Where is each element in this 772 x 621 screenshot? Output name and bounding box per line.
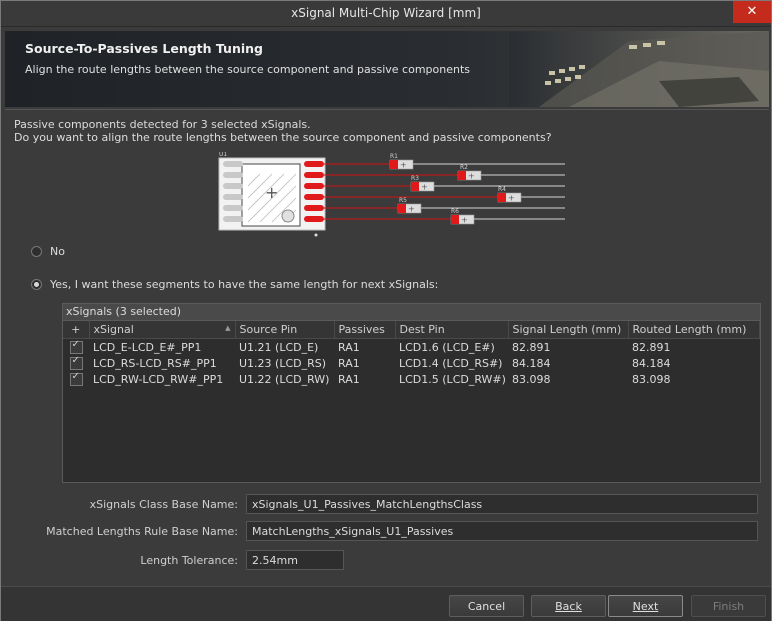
no-label: No xyxy=(50,245,65,258)
svg-text:+: + xyxy=(468,172,475,181)
xsignal-cell: LCD_RW-LCD_RW#_PP1 xyxy=(93,372,224,386)
passives-cell: RA1 xyxy=(338,356,360,370)
header-subtitle: Align the route lengths between the sour… xyxy=(25,63,471,76)
option-yes[interactable]: Yes, I want these segments to have the s… xyxy=(31,278,438,291)
cancel-button[interactable]: Cancel xyxy=(449,595,524,617)
close-icon: ✕ xyxy=(746,4,758,19)
rule-name-row: Matched Lengths Rule Base Name: MatchLen… xyxy=(13,521,758,541)
wizard-content: Passive components detected for 3 select… xyxy=(5,109,769,585)
rule-name-label: Matched Lengths Rule Base Name: xyxy=(46,524,238,538)
resistor-label-r2: R2 xyxy=(460,164,468,171)
window-title: xSignal Multi-Chip Wizard [mm] xyxy=(291,6,481,20)
class-name-label: xSignals Class Base Name: xyxy=(89,497,238,511)
column-header-dest-pin[interactable]: Dest Pin xyxy=(395,321,509,339)
resistor-label-r3: R3 xyxy=(411,175,419,182)
signal-length-cell: 82.891 xyxy=(512,340,551,354)
resistor-label-r6: R6 xyxy=(451,208,459,215)
table-row[interactable]: LCD_E-LCD_E#_PP1 U1.21 (LCD_E) RA1 LCD1.… xyxy=(63,339,760,356)
signal-length-cell: 83.098 xyxy=(512,372,551,386)
row-checkbox[interactable] xyxy=(69,355,83,370)
svg-text:+: + xyxy=(461,216,468,225)
dest-pin-cell: LCD1.5 (LCD_RW#) xyxy=(399,372,506,386)
class-name-input[interactable]: xSignals_U1_Passives_MatchLengthsClass xyxy=(246,494,758,514)
routed-length-cell: 84.184 xyxy=(632,356,671,370)
table-header-row: + xSignal ▲ Source Pin Passives Dest Pin … xyxy=(63,321,760,339)
table-row[interactable]: LCD_RW-LCD_RW#_PP1 U1.22 (LCD_RW) RA1 LC… xyxy=(63,371,760,387)
column-header-routed-length[interactable]: Routed Length (mm) xyxy=(628,321,760,339)
yes-label: Yes, I want these segments to have the s… xyxy=(50,278,439,291)
xsignals-table: + xSignal ▲ Source Pin Passives Dest Pin … xyxy=(63,321,760,387)
title-bar[interactable]: xSignal Multi-Chip Wizard [mm] ✕ xyxy=(1,1,771,27)
svg-text:+: + xyxy=(421,183,428,192)
no-radio[interactable] xyxy=(31,246,42,257)
column-header-signal-length[interactable]: Signal Length (mm) xyxy=(508,321,629,339)
rule-name-input[interactable]: MatchLengths_xSignals_U1_Passives xyxy=(246,521,758,541)
source-pin-cell: U1.21 (LCD_E) xyxy=(239,340,319,354)
length-tuning-diagram: U1 + R1 R2 R3 R4 R5 R6 + + + + + + xyxy=(218,152,565,237)
svg-text:+: + xyxy=(400,161,407,170)
grid-caption: xSignals (3 selected) xyxy=(63,304,760,321)
row-checkbox[interactable] xyxy=(69,371,83,386)
resistor-label-r5: R5 xyxy=(399,197,407,204)
column-header-select-all[interactable]: + xyxy=(63,321,90,339)
resistor-label-r4: R4 xyxy=(498,186,506,193)
wizard-window: xSignal Multi-Chip Wizard [mm] ✕ Source-… xyxy=(0,0,772,621)
svg-text:+: + xyxy=(408,205,415,214)
next-button[interactable]: Next xyxy=(608,595,683,617)
column-header-passives[interactable]: Passives xyxy=(334,321,396,339)
intro-line-2: Do you want to align the route lengths b… xyxy=(14,131,552,144)
tolerance-row: Length Tolerance: 2.54mm xyxy=(13,550,344,570)
header-pcb-image xyxy=(509,31,769,107)
xsignal-cell: LCD_RS-LCD_RS#_PP1 xyxy=(93,356,217,370)
column-header-source-pin[interactable]: Source Pin xyxy=(235,321,335,339)
xsignal-cell: LCD_E-LCD_E#_PP1 xyxy=(93,340,202,354)
source-pin-cell: U1.22 (LCD_RW) xyxy=(239,372,330,386)
tolerance-label: Length Tolerance: xyxy=(140,553,238,567)
column-header-xsignal[interactable]: xSignal ▲ xyxy=(89,321,236,339)
routed-length-cell: 83.098 xyxy=(632,372,671,386)
close-button[interactable]: ✕ xyxy=(733,1,771,23)
back-button[interactable]: Back xyxy=(531,595,606,617)
passives-cell: RA1 xyxy=(338,340,360,354)
source-pin-cell: U1.23 (LCD_RS) xyxy=(239,356,327,370)
xsignals-grid: xSignals (3 selected) + xSignal ▲ Source … xyxy=(62,303,761,483)
tolerance-input[interactable]: 2.54mm xyxy=(246,550,344,570)
component-label: U1 xyxy=(219,152,227,158)
class-name-row: xSignals Class Base Name: xSignals_U1_Pa… xyxy=(13,494,758,514)
svg-text:+: + xyxy=(265,183,278,202)
dest-pin-cell: LCD1.4 (LCD_RS#) xyxy=(399,356,503,370)
routed-length-cell: 82.891 xyxy=(632,340,671,354)
header-title: Source-To-Passives Length Tuning xyxy=(25,41,263,56)
option-no[interactable]: No xyxy=(31,245,65,258)
svg-text:+: + xyxy=(508,194,515,203)
signal-length-cell: 84.184 xyxy=(512,356,551,370)
row-checkbox[interactable] xyxy=(69,339,83,354)
table-row[interactable]: LCD_RS-LCD_RS#_PP1 U1.23 (LCD_RS) RA1 LC… xyxy=(63,355,760,371)
sort-up-icon: ▲ xyxy=(225,324,231,332)
resistor-label-r1: R1 xyxy=(390,153,398,160)
intro-text: Passive components detected for 3 select… xyxy=(14,118,552,144)
intro-line-1: Passive components detected for 3 select… xyxy=(14,118,311,131)
dest-pin-cell: LCD1.6 (LCD_E#) xyxy=(399,340,495,354)
wizard-footer: Cancel Back Next Finish xyxy=(1,586,771,621)
wizard-header: Source-To-Passives Length Tuning Align t… xyxy=(5,31,769,107)
yes-radio[interactable] xyxy=(31,279,42,290)
finish-button[interactable]: Finish xyxy=(691,595,766,617)
passives-cell: RA1 xyxy=(338,372,360,386)
